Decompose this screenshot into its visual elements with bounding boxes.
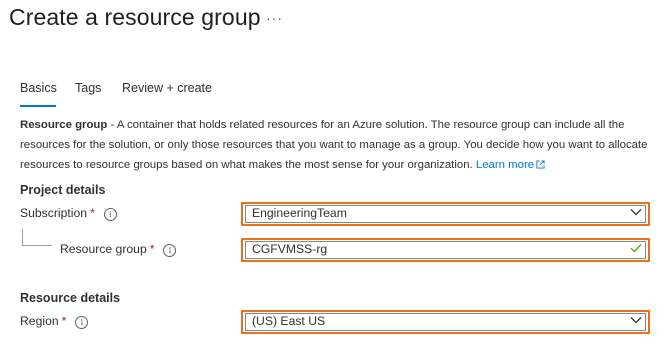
resource-group-input[interactable]: CGFVMSS-rg <box>241 238 650 262</box>
tab-tags[interactable]: Tags <box>75 81 101 95</box>
required-marker: * <box>149 242 155 256</box>
subscription-dropdown[interactable]: EngineeringTeam <box>241 202 650 226</box>
tree-connector-branch <box>22 245 52 246</box>
project-details-heading: Project details <box>20 183 106 197</box>
chevron-down-icon <box>630 209 642 216</box>
region-dropdown[interactable]: (US) East US <box>241 310 650 334</box>
resource-group-label: Resource group * i <box>60 242 177 257</box>
description-body: - A container that holds related resourc… <box>20 119 648 171</box>
subscription-value: EngineeringTeam <box>252 206 347 220</box>
chevron-down-icon <box>630 317 642 324</box>
resource-group-value: CGFVMSS-rg <box>252 242 328 256</box>
resource-details-heading: Resource details <box>20 291 121 305</box>
more-options-button[interactable]: ··· <box>266 10 283 26</box>
info-icon[interactable]: i <box>75 316 89 329</box>
learn-more-link[interactable]: Learn more <box>476 159 545 171</box>
required-marker: * <box>90 206 95 220</box>
tab-basics[interactable]: Basics <box>20 81 57 95</box>
external-link-icon <box>536 160 545 169</box>
subscription-label: Subscription * i <box>20 206 117 221</box>
tree-connector <box>22 229 23 246</box>
active-tab-indicator <box>20 105 56 107</box>
description: Resource group - A container that holds … <box>20 115 650 175</box>
description-bold: Resource group <box>20 119 108 131</box>
info-icon[interactable]: i <box>163 244 177 257</box>
page-title: Create a resource group <box>9 4 261 30</box>
region-value: (US) East US <box>252 314 326 328</box>
tab-review-create[interactable]: Review + create <box>122 81 212 95</box>
region-label: Region * i <box>20 314 89 329</box>
info-icon[interactable]: i <box>103 208 117 221</box>
checkmark-icon <box>630 244 642 253</box>
required-marker: * <box>61 314 67 328</box>
